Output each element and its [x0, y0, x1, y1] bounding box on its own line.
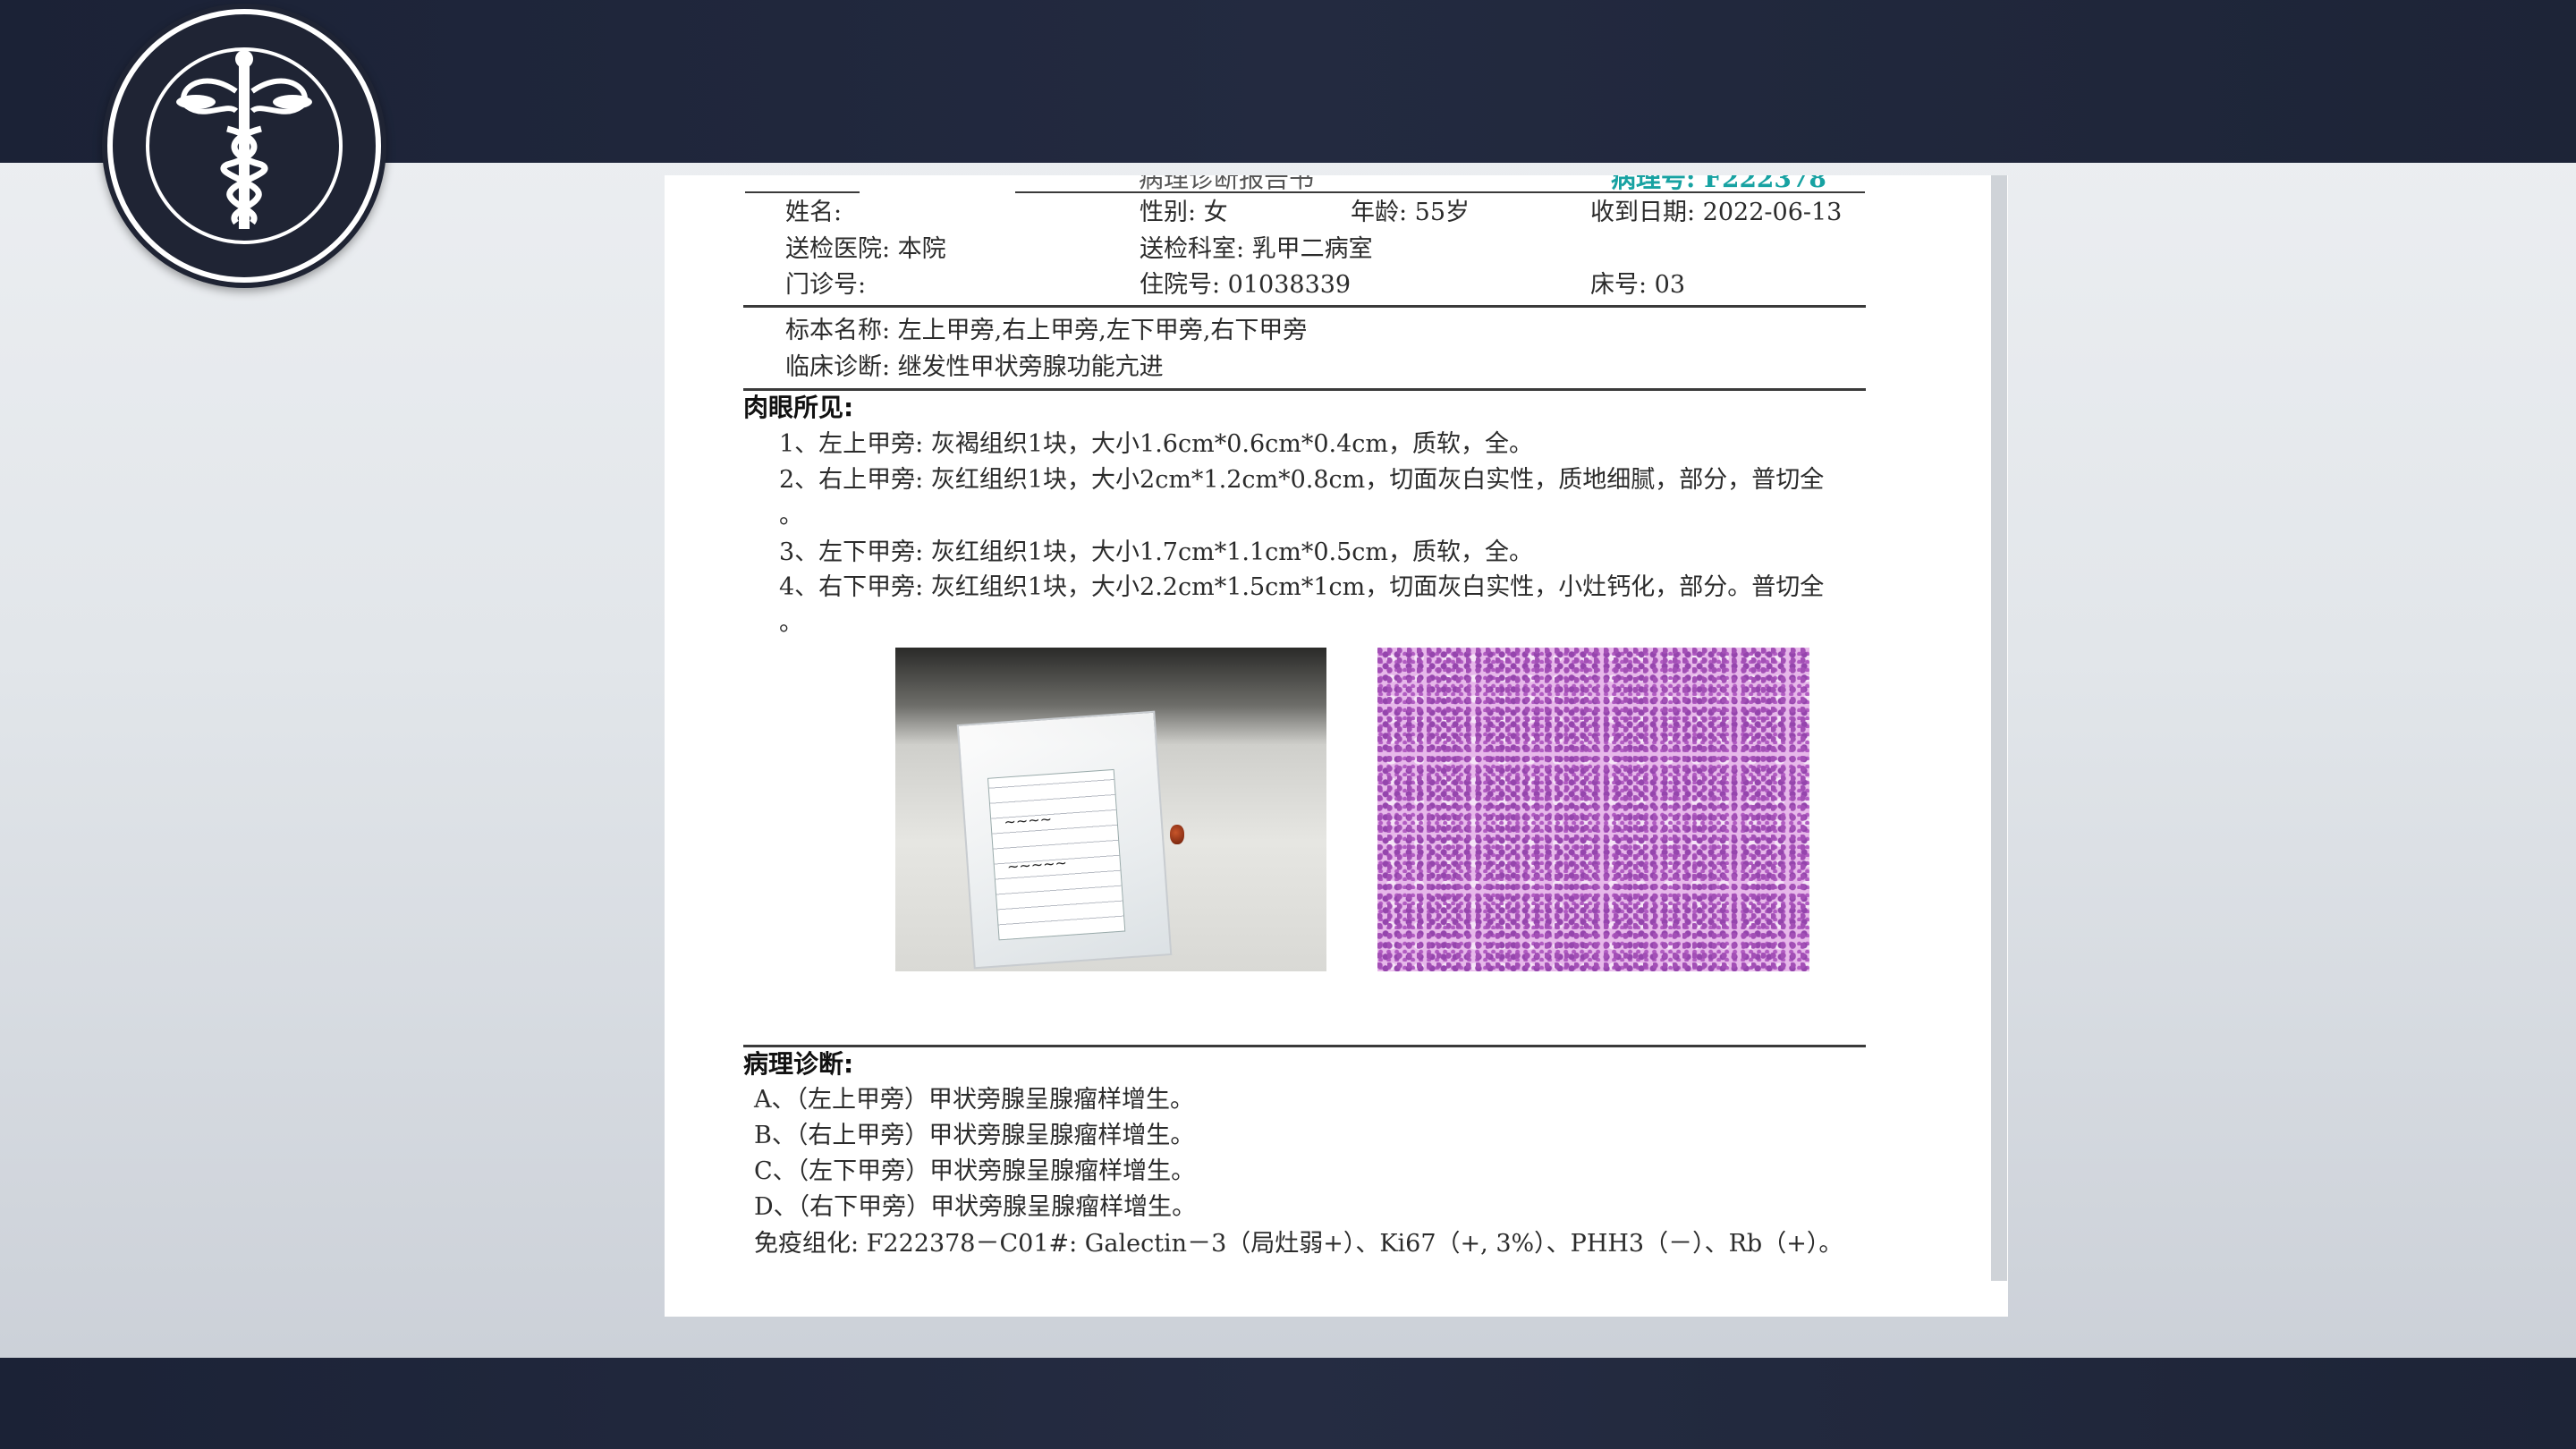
- pathology-diagnosis-title: 病理诊断:: [743, 1049, 854, 1079]
- specimen-name: 标本名称: 左上甲旁,右上甲旁,左下甲旁,右下甲旁: [785, 317, 1308, 344]
- header-rule-short: [745, 191, 860, 193]
- gross-line-4: 4、右下甲旁: 灰红组织1块，大小2.2cm*1.5cm*1cm，切面灰白实性，…: [779, 573, 1825, 601]
- top-banner: [0, 0, 2576, 163]
- bottom-banner: [0, 1358, 2576, 1449]
- gross-findings-title: 肉眼所见:: [743, 393, 854, 422]
- report-title-cut: 病理诊断报告书: [1139, 164, 1315, 193]
- diagnosis-a: A、（左上甲旁）甲状旁腺呈腺瘤样增生。: [754, 1086, 1194, 1114]
- gross-line-3: 3、左下甲旁: 灰红组织1块，大小1.7cm*1.1cm*0.5cm，质软，全。: [779, 538, 1534, 566]
- clinical-diagnosis: 临床诊断: 继发性甲状旁腺功能亢进: [785, 353, 1164, 381]
- patient-gender: 性别: 女: [1140, 199, 1228, 226]
- pathology-number-cut: 病理号: F222378: [1611, 164, 1826, 193]
- patient-name-label: 姓名:: [785, 199, 843, 226]
- histology-micrograph: [1377, 648, 1809, 971]
- sending-department: 送检科室: 乳甲二病室: [1140, 235, 1373, 263]
- specimen-bag-photo: ~~~~ ~~~~~: [895, 648, 1326, 971]
- gross-line-4-end: 。: [779, 609, 803, 637]
- specimen-divider: [743, 388, 1866, 391]
- specimen-label-card: ~~~~ ~~~~~: [987, 768, 1126, 941]
- alliance-logo-icon: [102, 4, 386, 288]
- diagnosis-divider: [743, 1045, 1866, 1047]
- diagnosis-b: B、（右上甲旁）甲状旁腺呈腺瘤样增生。: [754, 1122, 1195, 1149]
- header-rule-long: [1015, 191, 1865, 193]
- diagnosis-c: C、（左下甲旁）甲状旁腺呈腺瘤样增生。: [754, 1157, 1196, 1185]
- immunohistochemistry: 免疫组化: F222378－C01#: Galectin－3（局灶弱+）、Ki6…: [754, 1230, 1843, 1258]
- gross-line-1: 1、左上甲旁: 灰褐组织1块，大小1.6cm*0.6cm*0.4cm，质软，全。: [779, 430, 1534, 458]
- patient-age: 年龄: 55岁: [1351, 199, 1470, 226]
- page-edge-shadow: [1991, 175, 2007, 1281]
- received-date: 收到日期: 2022-06-13: [1590, 199, 1843, 226]
- pathology-report-page: 病理诊断报告书 病理号: F222378 姓名: 性别: 女 年龄: 55岁 收…: [665, 175, 2008, 1317]
- gross-line-2: 2、右上甲旁: 灰红组织1块，大小2cm*1.2cm*0.8cm，切面灰白实性，…: [779, 466, 1825, 494]
- sending-hospital: 送检医院: 本院: [785, 235, 946, 263]
- patient-info-divider: [743, 305, 1866, 308]
- inpatient-number: 住院号: 01038339: [1140, 271, 1352, 299]
- outpatient-number: 门诊号:: [785, 271, 867, 299]
- specimen-bag: ~~~~ ~~~~~: [956, 710, 1173, 970]
- tissue-fragment: [1170, 825, 1184, 844]
- bed-number: 床号: 03: [1590, 271, 1686, 299]
- gross-line-2-end: 。: [779, 502, 803, 530]
- diagnosis-d: D、（右下甲旁）甲状旁腺呈腺瘤样增生。: [754, 1193, 1197, 1221]
